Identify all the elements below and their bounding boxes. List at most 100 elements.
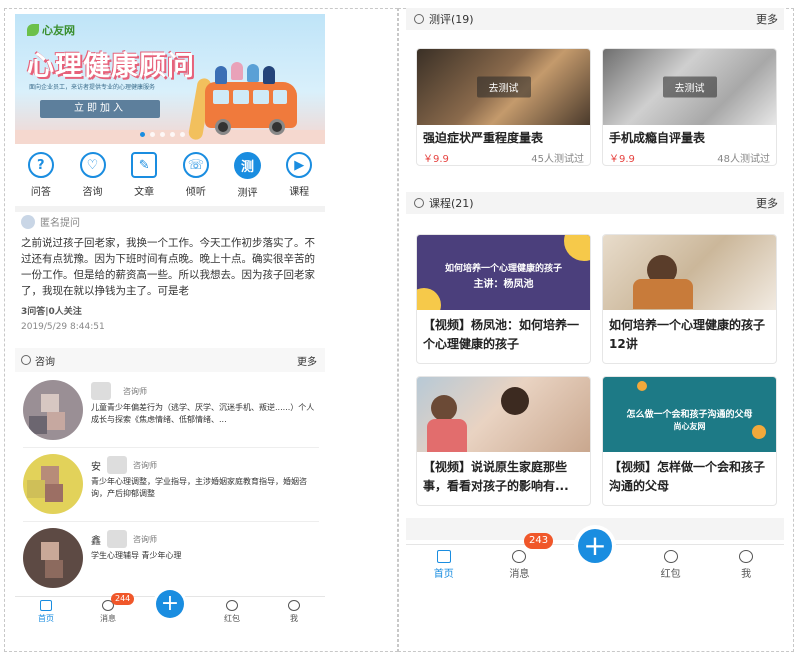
course-card[interactable]: 怎么做一个会和孩子沟通的父母 尚心友网 【视频】怎样做一个会和孩子沟通的父母 (602, 376, 777, 506)
course-image: 如何培养一个心理健康的孩子 主讲：杨凤池 (417, 235, 590, 310)
circle-icon (414, 198, 424, 208)
carousel-dot[interactable] (140, 132, 145, 137)
consultant-name-row: 咨询师 (91, 382, 147, 400)
tab-me[interactable]: 我 (263, 597, 325, 626)
category-nav: ? 问答 ♡ 咨询 ✎ 文章 ☏ 倾听 测测评 ▶ 课程 (15, 152, 325, 204)
test-price: ￥9.9 (423, 154, 449, 165)
consultant-role: 咨询师 (133, 460, 157, 470)
test-meta: ￥9.9 45人测试过 (417, 146, 590, 165)
tab-home[interactable]: 首页 (406, 545, 482, 586)
consultant-item[interactable]: 安 咨询师 青少年心理调整，学业指导，主涉婚姻家庭教育指导，婚姻咨询，产后抑郁调整 (23, 450, 319, 522)
nav-label: 问答 (30, 187, 51, 198)
person-illustration (263, 66, 275, 84)
tab-messages[interactable]: 消息 (482, 545, 558, 586)
tab-me[interactable]: 我 (708, 545, 784, 586)
question-text: 之前说过孩子回老家，我换一个工作。今天工作初步落实了。不过还有点犹豫。因为下班时… (21, 237, 315, 297)
plus-button[interactable]: + (156, 590, 184, 618)
course-image (417, 377, 590, 452)
play-icon: ▶ (286, 152, 313, 178)
nav-course[interactable]: ▶ 课程 (273, 152, 325, 204)
redpacket-icon (226, 600, 238, 611)
nav-article[interactable]: ✎ 文章 (118, 152, 170, 204)
test-card[interactable]: 去测试 手机成瘾自评量表 ￥9.9 48人测试过 (602, 48, 777, 166)
test-course-screen: 测评(19) 更多 去测试 强迫症状严重程度量表 ￥9.9 45人测试过 去测试 … (406, 8, 784, 608)
leaf-icon (27, 24, 39, 36)
nav-label: 咨询 (82, 187, 103, 198)
consultant-desc: 青少年心理调整，学业指导，主涉婚姻家庭教育指导，婚姻咨询，产后抑郁调整 (91, 477, 307, 498)
article-icon: ✎ (131, 152, 158, 178)
banner-carousel[interactable]: 心友网 心理健康顾问 面向企业员工，来访者提供专业的心理健康服务 立即加入 (15, 14, 325, 144)
test-meta: ￥9.9 48人测试过 (603, 146, 776, 165)
nav-label: 测评 (237, 188, 258, 199)
bus-illustration (205, 82, 297, 135)
question-time: 2019/5/29 8:44:51 (21, 322, 105, 332)
avatar (107, 456, 127, 474)
carousel-dot[interactable] (170, 132, 175, 137)
nav-test[interactable]: 测测评 (222, 152, 274, 204)
course-title: 如何培养一个心理健康的孩子12讲 (609, 318, 766, 351)
more-link[interactable]: 更多 (756, 195, 778, 211)
avatar (23, 380, 83, 440)
consultant-item[interactable]: 咨询师 儿童青少年偏差行为（逃学、厌学、沉迷手机、叛逆......）个人成长与探… (23, 376, 319, 448)
plus-button[interactable]: + (578, 529, 612, 563)
consult-section-header: 咨询 更多 (15, 348, 325, 372)
course-title: 【视频】说说原生家庭那些事，看看对孩子的影响有... (423, 460, 569, 493)
tab-label: 消息 (509, 569, 530, 580)
more-link[interactable]: 更多 (756, 11, 778, 27)
more-link[interactable]: 更多 (297, 353, 317, 368)
consultant-name-row: 安 咨询师 (91, 456, 157, 474)
test-section-header: 测评(19) 更多 (406, 8, 784, 30)
person-illustration (247, 64, 259, 82)
tab-label: 红包 (224, 614, 240, 623)
go-test-button[interactable]: 去测试 (662, 76, 717, 98)
course-card[interactable]: 【视频】说说原生家庭那些事，看看对孩子的影响有... (416, 376, 591, 506)
test-count: 45人测试过 (531, 154, 584, 165)
avatar (23, 454, 83, 514)
tab-redpacket[interactable]: 红包 (633, 545, 709, 586)
tab-home[interactable]: 首页 (15, 597, 77, 626)
banner-title: 心理健康顾问 (27, 51, 195, 82)
course-image-text: 如何培养一个心理健康的孩子 (444, 264, 562, 274)
tab-label: 红包 (660, 569, 681, 580)
avatar (21, 214, 35, 229)
redpacket-icon (663, 550, 678, 563)
course-title: 【视频】怎样做一个会和孩子沟通的父母 (609, 460, 766, 493)
consultant-desc: 儿童青少年偏差行为（逃学、厌学、沉迷手机、叛逆......）个人成长与探索《焦虑… (91, 403, 315, 424)
message-badge: 244 (111, 593, 135, 605)
course-image-subtext: 尚心友网 (673, 422, 706, 431)
banner-subtitle: 面向企业员工，来访者提供专业的心理健康服务 (29, 84, 156, 91)
question-card[interactable]: 匿名提问 之前说过孩子回老家，我换一个工作。今天工作初步落实了。不过还有点犹豫。… (21, 214, 319, 332)
course-image-text: 怎么做一个会和孩子沟通的父母 (626, 410, 753, 420)
course-image (603, 235, 776, 310)
person-illustration (231, 62, 243, 80)
nav-consult[interactable]: ♡ 咨询 (67, 152, 119, 204)
test-card[interactable]: 去测试 强迫症状严重程度量表 ￥9.9 45人测试过 (416, 48, 591, 166)
divider (15, 206, 325, 212)
carousel-dot[interactable] (150, 132, 155, 137)
consultant-item[interactable]: 鑫 咨询师 学生心理辅导 青少年心理 (23, 524, 319, 596)
join-button[interactable]: 立即加入 (40, 100, 160, 118)
nav-question[interactable]: ? 问答 (15, 152, 67, 204)
course-title: 【视频】杨凤池：如何培养一个心理健康的孩子 (423, 318, 580, 351)
test-price: ￥9.9 (609, 154, 635, 165)
tab-redpacket[interactable]: 红包 (201, 597, 263, 626)
go-test-button[interactable]: 去测试 (476, 76, 531, 98)
test-image: 去测试 (603, 49, 776, 125)
nav-listen[interactable]: ☏ 倾听 (170, 152, 222, 204)
section-title: 课程(21) (429, 197, 474, 210)
carousel-dot[interactable] (180, 132, 185, 137)
user-icon (288, 600, 300, 611)
consultant-desc: 学生心理辅导 青少年心理 (91, 551, 182, 560)
bell-icon (512, 550, 527, 563)
course-card[interactable]: 如何培养一个心理健康的孩子12讲 (602, 234, 777, 364)
consultant-name: 安 (91, 461, 101, 473)
person-illustration (215, 66, 227, 84)
question-header: 匿名提问 (21, 214, 319, 229)
section-title: 咨询 (35, 356, 55, 368)
course-card[interactable]: 如何培养一个心理健康的孩子 主讲：杨凤池 【视频】杨凤池：如何培养一个心理健康的… (416, 234, 591, 364)
carousel-dot[interactable] (160, 132, 165, 137)
avatar (23, 528, 83, 588)
nav-label: 文章 (134, 187, 155, 198)
course-image: 怎么做一个会和孩子沟通的父母 尚心友网 (603, 377, 776, 452)
home-icon (436, 550, 451, 563)
